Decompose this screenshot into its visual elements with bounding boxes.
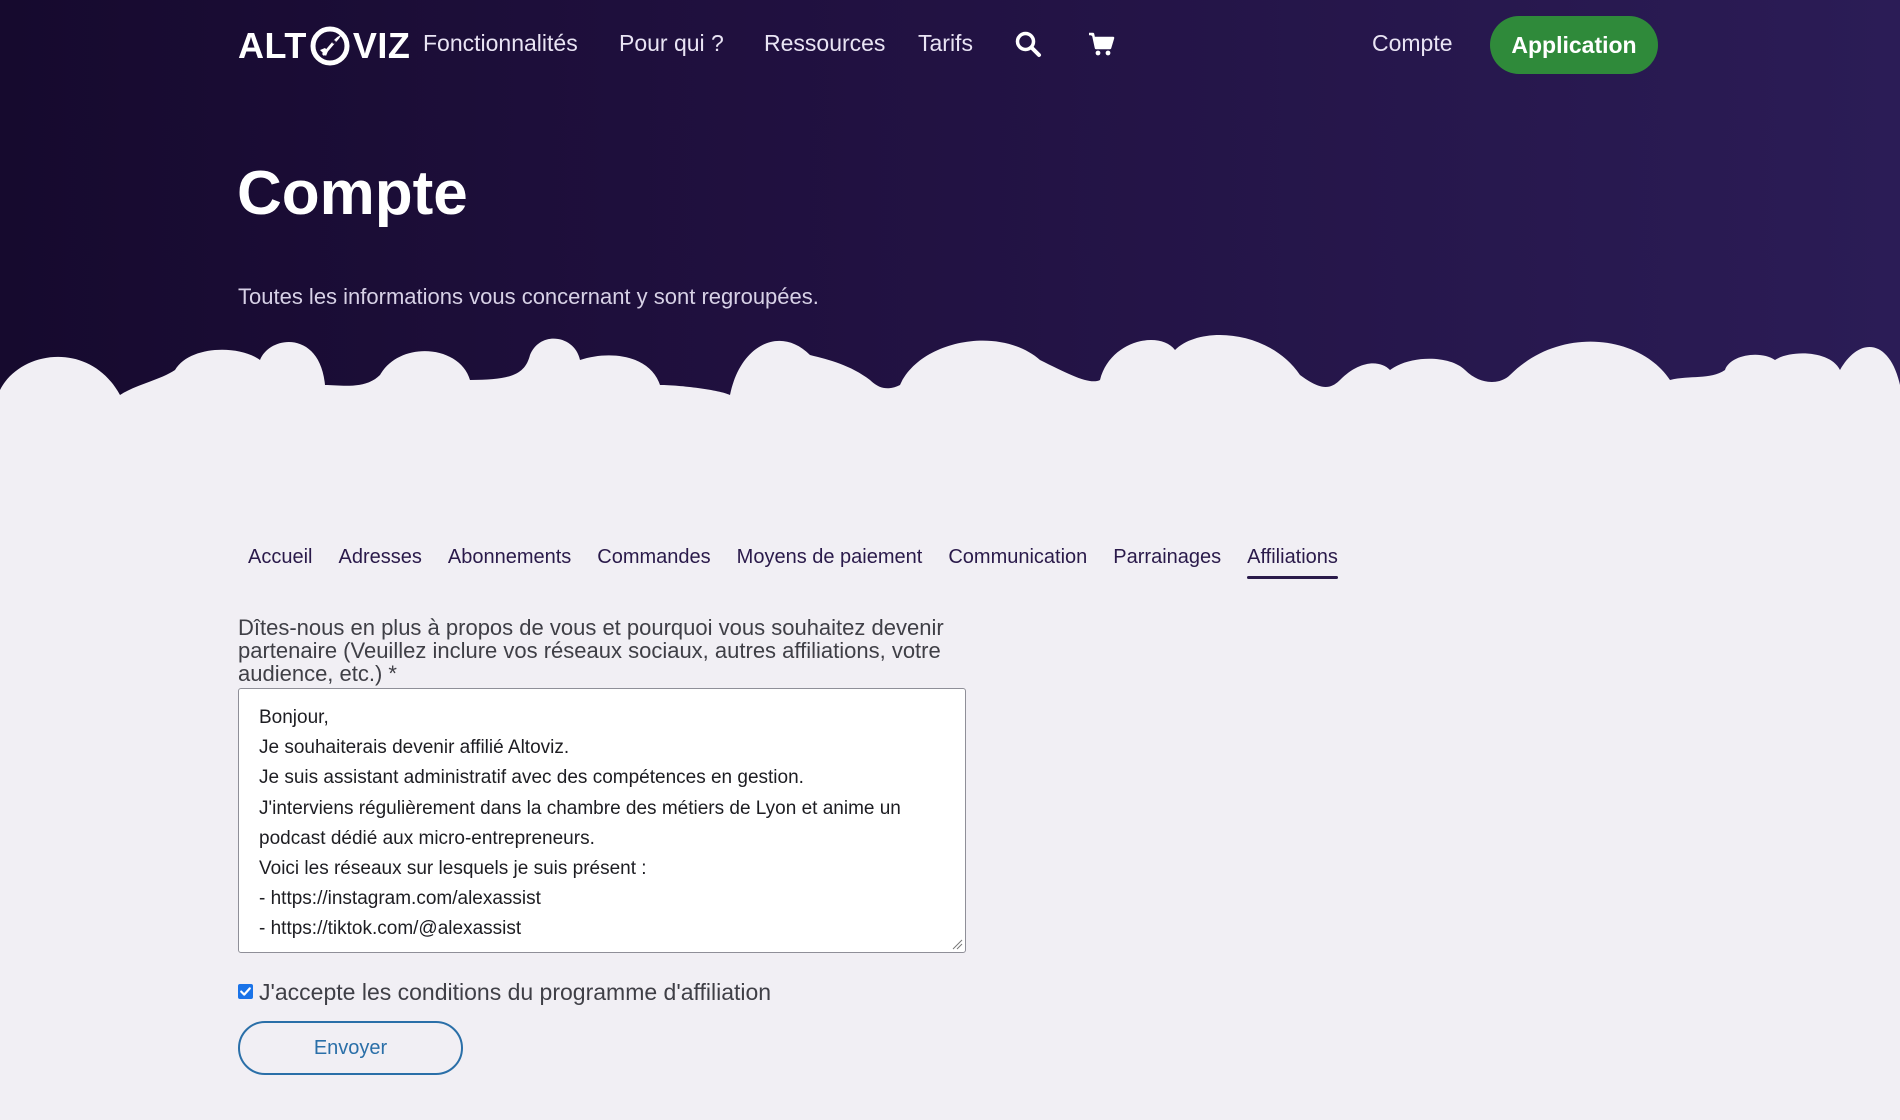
rocket-logo-icon: [310, 26, 350, 66]
message-line: Voici les réseaux sur lesquels je suis p…: [259, 858, 647, 880]
application-button[interactable]: Application: [1490, 16, 1658, 74]
tab-moyens-de-paiement[interactable]: Moyens de paiement: [727, 546, 933, 579]
clouds-decoration: [0, 335, 1900, 440]
search-icon[interactable]: [1014, 30, 1042, 58]
tab-communication[interactable]: Communication: [938, 546, 1097, 579]
top-navigation: ALT VIZ Fonctionnalités Pour qui ? Resso…: [0, 0, 1900, 90]
resize-handle-icon[interactable]: [951, 938, 963, 950]
nav-account[interactable]: Compte: [1372, 30, 1453, 57]
tab-abonnements[interactable]: Abonnements: [438, 546, 581, 579]
nav-pricing[interactable]: Tarifs: [918, 30, 973, 57]
message-line: - https://tiktok.com/@alexassist: [259, 918, 522, 940]
message-line: Je souhaiterais devenir affilié Altoviz.: [259, 737, 570, 759]
logo-text-right: VIZ: [352, 25, 411, 66]
accept-terms-label[interactable]: J'accepte les conditions du programme d'…: [259, 979, 771, 1006]
accept-terms-checkbox[interactable]: [238, 984, 253, 999]
nav-for-who[interactable]: Pour qui ?: [619, 30, 724, 57]
tab-adresses[interactable]: Adresses: [328, 546, 431, 579]
message-line: Bonjour,: [259, 707, 329, 728]
page-subtitle: Toutes les informations vous concernant …: [238, 284, 819, 309]
submit-button[interactable]: Envoyer: [238, 1021, 463, 1075]
tab-affiliations[interactable]: Affiliations: [1237, 546, 1348, 579]
nav-resources[interactable]: Ressources: [764, 30, 885, 57]
logo-text-left: ALT: [238, 25, 307, 66]
cart-icon[interactable]: [1087, 30, 1115, 58]
affiliation-message-label: Dîtes-nous en plus à propos de vous et p…: [238, 615, 944, 686]
message-line: J'interviens régulièrement dans la chamb…: [259, 797, 901, 849]
checkmark-icon: [240, 987, 251, 996]
affiliation-message-textarea[interactable]: Bonjour, Je souhaiterais devenir affilié…: [238, 688, 966, 953]
tab-commandes[interactable]: Commandes: [587, 546, 720, 579]
message-line: - https://instagram.com/alexassist: [259, 888, 541, 910]
tab-parrainages[interactable]: Parrainages: [1103, 546, 1231, 579]
tab-accueil[interactable]: Accueil: [238, 546, 322, 579]
message-line: Je suis assistant administratif avec des…: [259, 767, 804, 789]
nav-features[interactable]: Fonctionnalités: [423, 30, 578, 57]
account-tabs: Accueil Adresses Abonnements Commandes M…: [238, 546, 1354, 579]
altoviz-logo[interactable]: ALT VIZ: [238, 24, 410, 68]
page-title: Compte: [237, 159, 468, 228]
